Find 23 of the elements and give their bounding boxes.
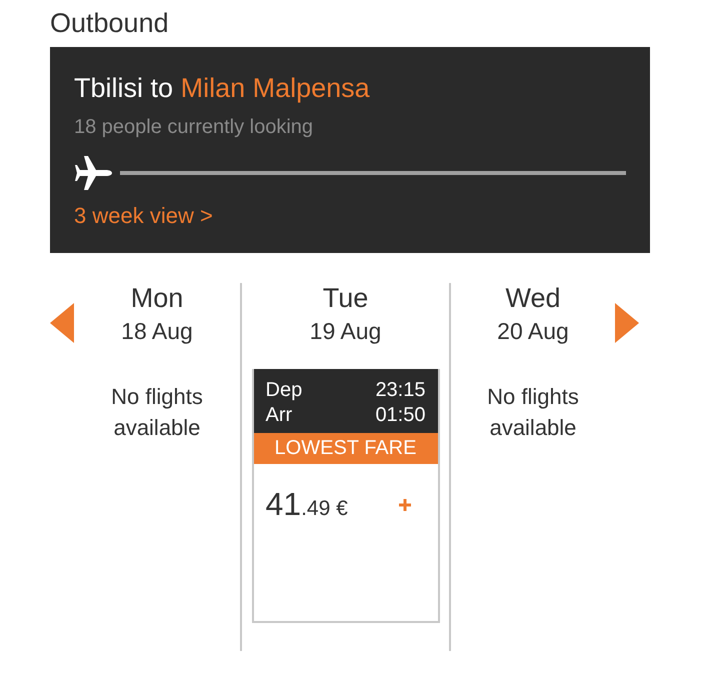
next-arrow-icon[interactable] xyxy=(615,303,639,343)
weekday-label: Tue xyxy=(322,283,368,314)
arrival-time: 01:50 xyxy=(375,404,426,427)
viewers-count: 18 people currently looking xyxy=(74,116,314,139)
flight-card[interactable]: Dep 23:15 Arr 01:50 LOWEST FARE 41.49 € xyxy=(252,369,440,623)
no-flights-message: No flights available xyxy=(486,383,580,442)
section-heading: Outbound xyxy=(50,8,170,39)
no-flights-message: No flights available xyxy=(110,383,204,442)
route-title: Tbilisi to Milan Malpensa xyxy=(74,73,371,104)
weekday-label: Wed xyxy=(505,283,561,314)
departure-time: 23:15 xyxy=(375,379,426,402)
airplane-icon xyxy=(74,155,114,191)
departure-label: Dep xyxy=(266,379,304,402)
lowest-fare-badge: LOWEST FARE xyxy=(254,433,438,464)
plus-icon[interactable] xyxy=(398,498,412,512)
previous-arrow-icon[interactable] xyxy=(50,303,74,343)
weekday-label: Mon xyxy=(130,283,184,314)
three-week-view-link[interactable]: 3 week view > xyxy=(74,203,213,229)
price: 41.49 € xyxy=(266,486,348,523)
arrival-label: Arr xyxy=(266,404,294,427)
date-label: 18 Aug xyxy=(121,318,193,345)
date-label: 20 Aug xyxy=(497,318,569,345)
date-label: 19 Aug xyxy=(310,318,382,345)
